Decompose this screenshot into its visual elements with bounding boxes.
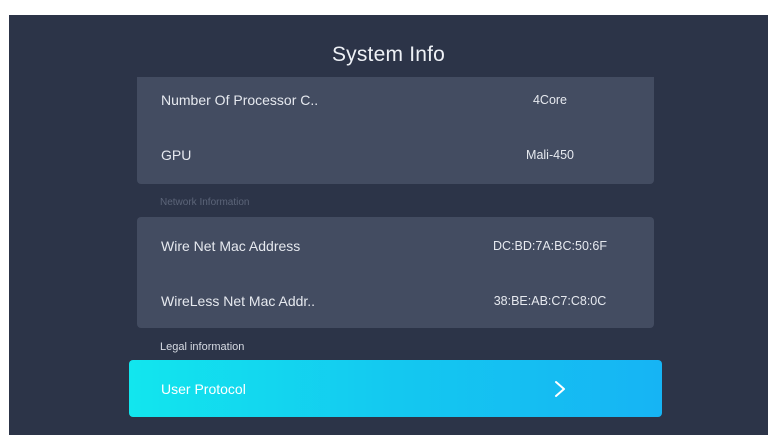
hardware-info-card: Number Of Processor C.. 4Core GPU Mali-4… [137,77,654,184]
wired-mac-label: Wire Net Mac Address [161,238,301,254]
network-section-label: Network Information [160,197,250,208]
processor-label: Number Of Processor C.. [161,92,319,108]
wireless-mac-row[interactable]: WireLess Net Mac Addr.. 38:BE:AB:C7:C8:0… [137,287,654,315]
network-info-card: Wire Net Mac Address DC:BD:7A:BC:50:6F W… [137,217,654,328]
page-title: System Info [331,43,446,66]
gpu-row[interactable]: GPU Mali-450 [137,141,654,169]
system-info-screen: System Info Number Of Processor C.. 4Cor… [9,15,768,435]
wireless-mac-value: 38:BE:AB:C7:C8:0C [493,294,607,308]
gpu-label: GPU [161,147,192,163]
wired-mac-row[interactable]: Wire Net Mac Address DC:BD:7A:BC:50:6F [137,232,654,260]
gpu-value: Mali-450 [526,148,574,162]
user-protocol-button[interactable]: User Protocol [129,360,662,417]
chevron-right-icon [555,381,565,397]
user-protocol-label: User Protocol [161,380,246,397]
wired-mac-value: DC:BD:7A:BC:50:6F [493,239,607,253]
wireless-mac-label: WireLess Net Mac Addr.. [161,293,316,309]
processor-value: 4Core [532,93,568,107]
processor-row[interactable]: Number Of Processor C.. 4Core [137,86,654,114]
legal-section-label: Legal information [160,341,245,353]
